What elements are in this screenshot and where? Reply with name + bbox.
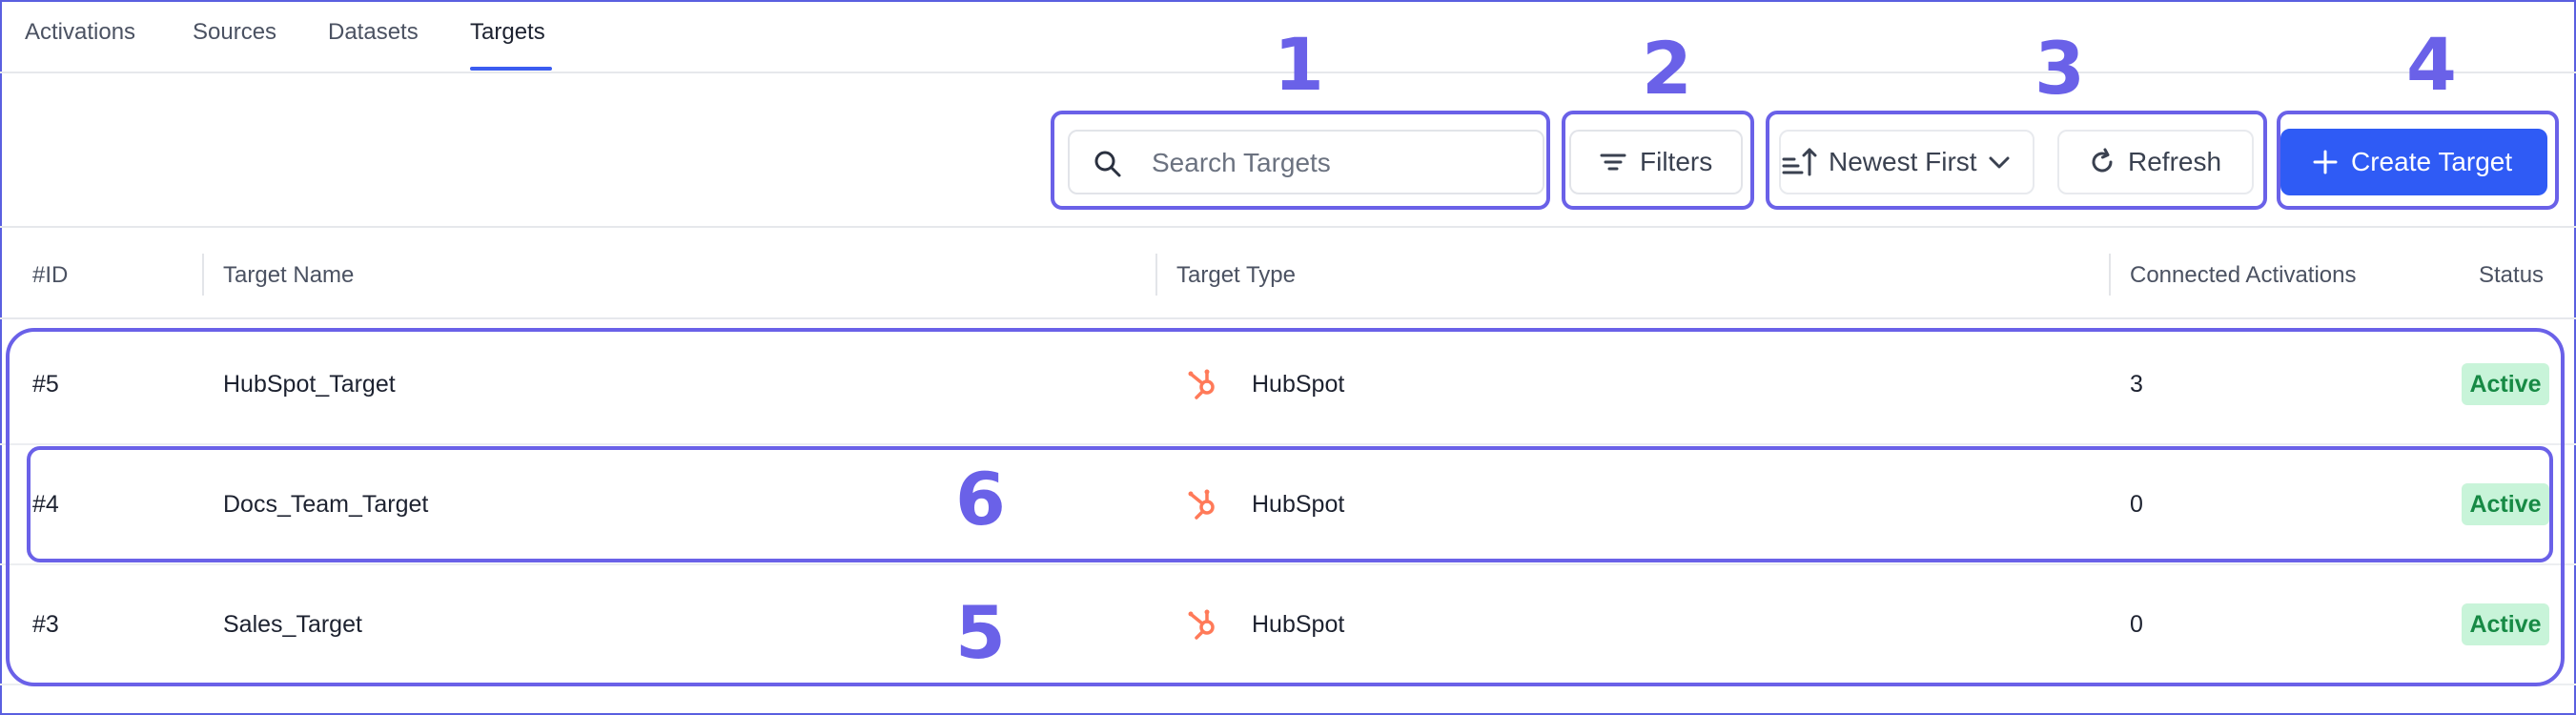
filter-icon: [1600, 151, 1626, 174]
sort-ascending-icon: [1781, 146, 1819, 178]
column-header-target-name[interactable]: Target Name: [223, 262, 354, 289]
column-header-id[interactable]: #ID: [32, 262, 68, 289]
sort-label: Newest First: [1829, 147, 1977, 176]
row-target-name: Sales_Target: [223, 611, 362, 638]
annotation-number: 5: [955, 590, 1006, 675]
annotation-number: 1: [1274, 22, 1324, 107]
create-target-button[interactable]: Create Target: [2280, 129, 2547, 195]
row-target-name: HubSpot_Target: [223, 371, 396, 398]
header-divider: [0, 317, 2576, 319]
row-connected-activations: 3: [2130, 371, 2143, 398]
refresh-button[interactable]: Refresh: [2057, 130, 2254, 194]
column-divider: [1155, 254, 1157, 296]
row-target-type: HubSpot: [1252, 371, 1345, 398]
row-target-name: Docs_Team_Target: [223, 491, 429, 518]
active-tab-indicator: [470, 67, 552, 71]
row-id: #4: [32, 491, 59, 518]
status-badge: Active: [2462, 363, 2549, 405]
table-row[interactable]: #5 HubSpot_Target HubSpot 3 Active: [0, 323, 2576, 443]
column-header-status[interactable]: Status: [2479, 262, 2544, 289]
hubspot-icon: [1186, 486, 1220, 525]
tab-activations[interactable]: Activations: [25, 19, 135, 46]
plus-icon: [2313, 150, 2338, 174]
annotation-number: 3: [2034, 26, 2085, 111]
filters-label: Filters: [1640, 147, 1713, 176]
hubspot-icon: [1186, 606, 1220, 645]
row-connected-activations: 0: [2130, 491, 2143, 518]
status-badge: Active: [2462, 483, 2549, 525]
chevron-down-icon: [1987, 153, 2012, 172]
create-target-label: Create Target: [2351, 147, 2513, 176]
row-connected-activations: 0: [2130, 611, 2143, 638]
row-target-type: HubSpot: [1252, 491, 1345, 518]
hubspot-icon: [1186, 366, 1220, 405]
row-id: #3: [32, 611, 59, 638]
refresh-label: Refresh: [2128, 147, 2222, 176]
status-badge: Active: [2462, 603, 2549, 645]
search-box[interactable]: [1068, 130, 1544, 194]
tab-datasets[interactable]: Datasets: [328, 19, 419, 46]
column-header-target-type[interactable]: Target Type: [1176, 262, 1296, 289]
search-icon: [1094, 151, 1121, 177]
table-row[interactable]: #3 Sales_Target HubSpot 0 Active: [0, 563, 2576, 684]
refresh-icon: [2088, 148, 2116, 176]
column-divider: [2109, 254, 2111, 296]
tab-targets[interactable]: Targets: [470, 19, 545, 46]
toolbar-divider: [0, 226, 2576, 228]
annotation-number: 6: [955, 457, 1006, 541]
column-header-connected-activations[interactable]: Connected Activations: [2130, 262, 2356, 289]
table-row[interactable]: #4 Docs_Team_Target HubSpot 0 Active: [0, 443, 2576, 563]
annotation-number: 2: [1642, 26, 1692, 111]
annotation-number: 4: [2406, 22, 2457, 107]
row-target-type: HubSpot: [1252, 611, 1345, 638]
row-id: #5: [32, 371, 59, 398]
search-input[interactable]: [1152, 141, 1533, 185]
filters-button[interactable]: Filters: [1569, 130, 1743, 194]
tab-sources[interactable]: Sources: [193, 19, 276, 46]
sort-dropdown[interactable]: Newest First: [1779, 130, 2034, 194]
row-divider: [0, 684, 2576, 685]
column-divider: [202, 254, 204, 296]
